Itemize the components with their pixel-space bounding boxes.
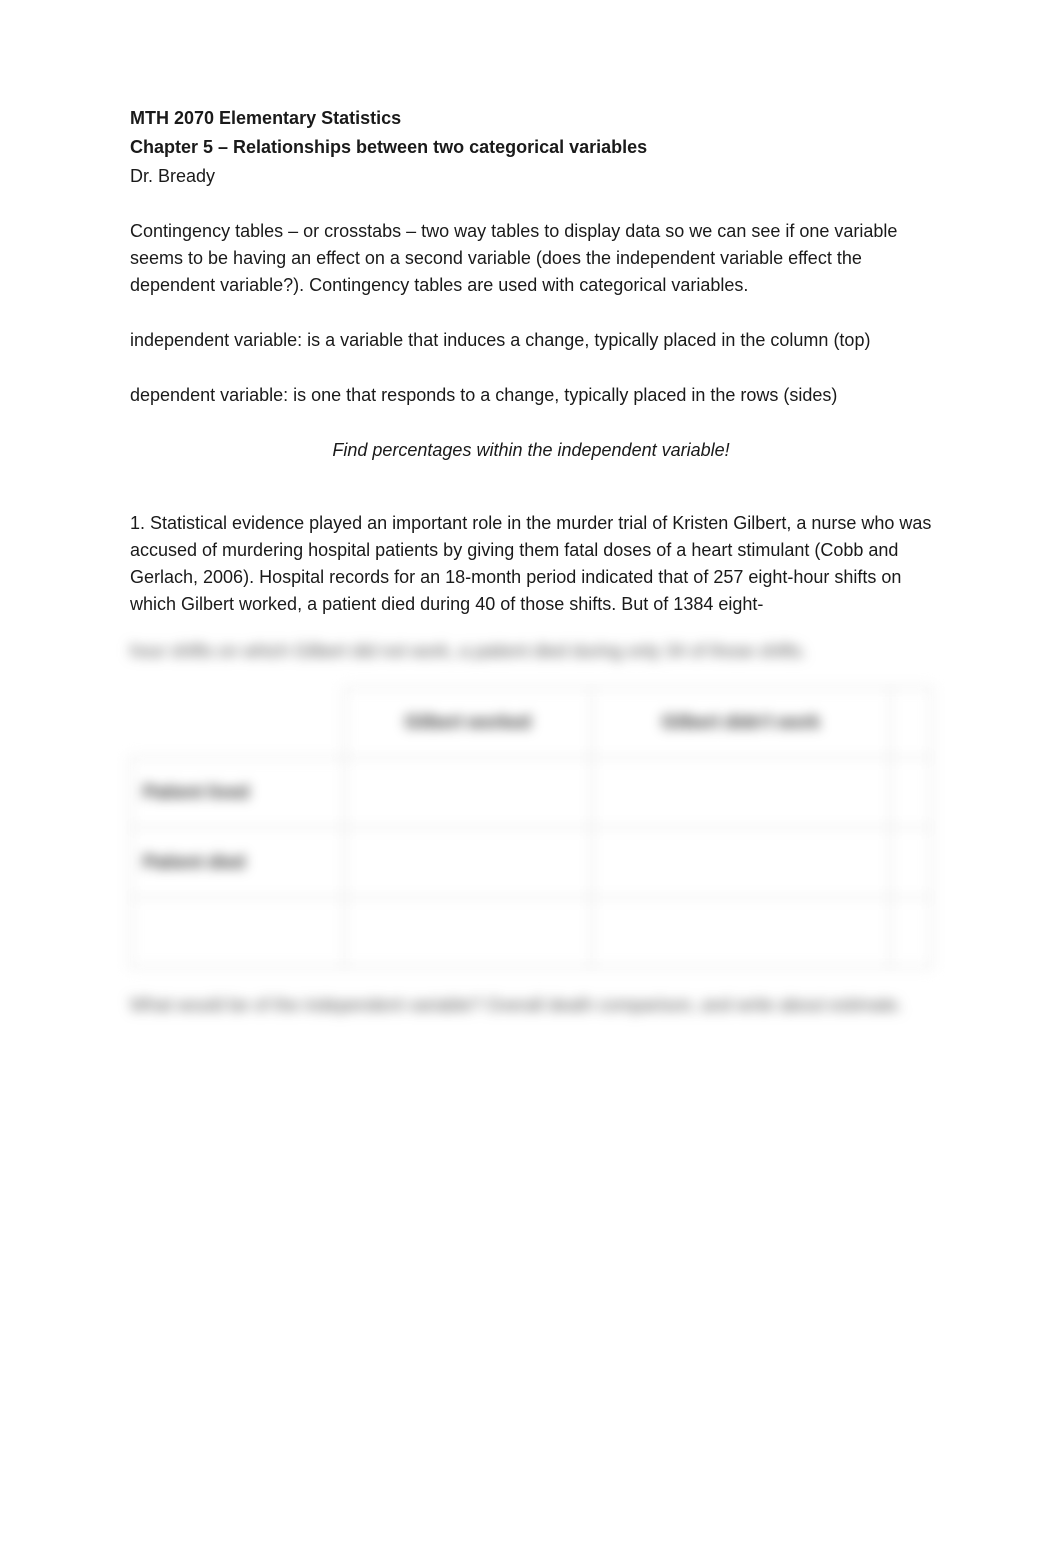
- table-cell: [591, 758, 890, 828]
- table-cell: [345, 828, 592, 898]
- table-col-header-total: [891, 688, 932, 758]
- table-cell: [891, 758, 932, 828]
- table-row: Patient lived: [131, 758, 932, 828]
- table-cell: [891, 898, 932, 968]
- table-row: Patient died: [131, 828, 932, 898]
- chapter-title: Chapter 5 – Relationships between two ca…: [130, 134, 932, 161]
- table-cell: [591, 828, 890, 898]
- table-col-header-2: Gilbert didn't work: [591, 688, 890, 758]
- table-col-header-1: Gilbert worked: [345, 688, 592, 758]
- contingency-table: Gilbert worked Gilbert didn't work Patie…: [130, 687, 932, 968]
- dependent-variable-def: dependent variable: is one that responds…: [130, 382, 932, 409]
- table-row-label-1: Patient lived: [131, 758, 345, 828]
- table-cell: [345, 898, 592, 968]
- blurred-text-line: hour shifts on which Gilbert did not wor…: [130, 638, 932, 665]
- table-cell: [591, 898, 890, 968]
- table-cell: [891, 828, 932, 898]
- below-table-text: What would be of the independent variabl…: [130, 992, 932, 1019]
- table-row: [131, 898, 932, 968]
- course-title: MTH 2070 Elementary Statistics: [130, 105, 932, 132]
- table-corner-cell: [131, 688, 345, 758]
- table-cell: [345, 758, 592, 828]
- find-percentages-note: Find percentages within the independent …: [130, 437, 932, 464]
- problem-1-text: 1. Statistical evidence played an import…: [130, 510, 932, 618]
- instructor-name: Dr. Bready: [130, 163, 932, 190]
- obscured-content: hour shifts on which Gilbert did not wor…: [130, 638, 932, 1019]
- independent-variable-def: independent variable: is a variable that…: [130, 327, 932, 354]
- table-row-label-total: [131, 898, 345, 968]
- table-row-label-2: Patient died: [131, 828, 345, 898]
- contingency-definition: Contingency tables – or crosstabs – two …: [130, 218, 932, 299]
